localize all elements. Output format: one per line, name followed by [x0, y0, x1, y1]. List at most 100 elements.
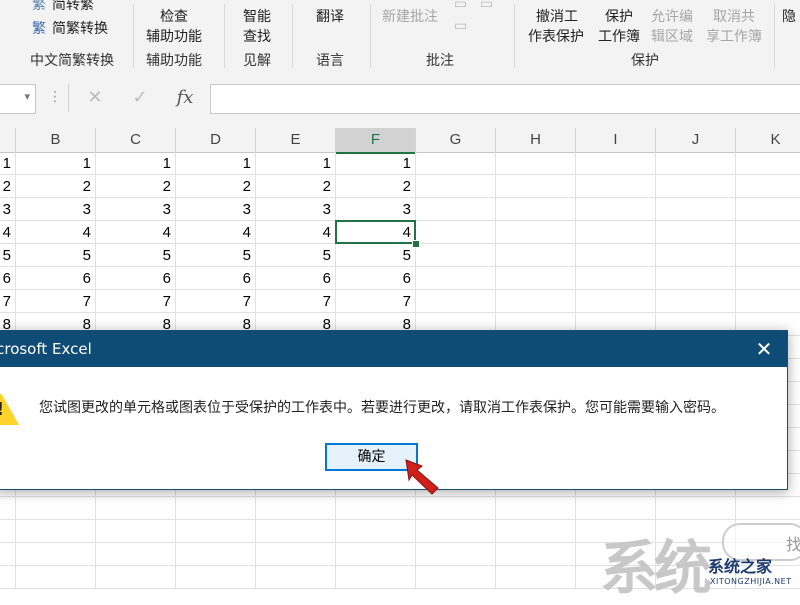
cell-d1[interactable]: 1	[176, 152, 256, 175]
column-header-f[interactable]: F	[336, 128, 416, 154]
cell-g19[interactable]	[416, 566, 496, 589]
cell-e16[interactable]	[256, 497, 336, 520]
cell-d6[interactable]: 6	[176, 267, 256, 290]
cell-a3[interactable]: 3	[0, 198, 16, 221]
cell-a4[interactable]: 4	[0, 221, 16, 244]
column-header-c[interactable]: C	[96, 128, 176, 153]
cell-c16[interactable]	[96, 497, 176, 520]
allow-edit-ranges-button[interactable]: 允许编	[651, 6, 693, 26]
drag-handle-icon[interactable]: ⋮	[48, 89, 62, 105]
cell-b16[interactable]	[16, 497, 96, 520]
cell-k5[interactable]	[736, 244, 800, 267]
cell-b2[interactable]: 2	[16, 175, 96, 198]
cell-j3[interactable]	[656, 198, 736, 221]
cell-d3[interactable]: 3	[176, 198, 256, 221]
cell-e7[interactable]: 7	[256, 290, 336, 313]
unshare-workbook-button[interactable]: 取消共	[713, 6, 755, 26]
cancel-icon[interactable]: ✕	[80, 84, 110, 112]
dialog-titlebar[interactable]: Microsoft Excel ✕	[0, 331, 787, 367]
cell-g7[interactable]	[416, 290, 496, 313]
new-comment-button[interactable]: 新建批注	[382, 6, 438, 26]
cell-j2[interactable]	[656, 175, 736, 198]
cell-g17[interactable]	[416, 520, 496, 543]
cell-g6[interactable]	[416, 267, 496, 290]
cell-d2[interactable]: 2	[176, 175, 256, 198]
unprotect-sheet-button-line2[interactable]: 作表保护	[528, 26, 584, 46]
cell-b17[interactable]	[16, 520, 96, 543]
cell-h16[interactable]	[496, 497, 576, 520]
cell-e5[interactable]: 5	[256, 244, 336, 267]
insert-function-icon[interactable]: fx	[170, 84, 200, 112]
translate-button[interactable]: 翻译	[316, 6, 344, 26]
cell-g4[interactable]	[416, 221, 496, 244]
cell-c18[interactable]	[96, 543, 176, 566]
trad-simplified-convert-button[interactable]: 简繁转换	[52, 18, 108, 38]
cell-a6[interactable]: 6	[0, 267, 16, 290]
close-icon[interactable]: ✕	[749, 334, 779, 364]
protect-workbook-button-line2[interactable]: 工作簿	[598, 26, 640, 46]
cell-d18[interactable]	[176, 543, 256, 566]
cell-c2[interactable]: 2	[96, 175, 176, 198]
smart-lookup-button-line2[interactable]: 查找	[243, 26, 271, 46]
cell-h4[interactable]	[496, 221, 576, 244]
previous-comment-icon[interactable]: ▭	[454, 0, 467, 12]
cell-a1[interactable]: 1	[0, 152, 16, 175]
active-cell[interactable]	[335, 220, 416, 244]
column-header-h[interactable]: H	[496, 128, 576, 153]
cell-c5[interactable]: 5	[96, 244, 176, 267]
column-header-e[interactable]: E	[256, 128, 336, 153]
cell-g3[interactable]	[416, 198, 496, 221]
cell-d7[interactable]: 7	[176, 290, 256, 313]
allow-edit-ranges-button-line2[interactable]: 辑区域	[651, 26, 693, 46]
cell-c7[interactable]: 7	[96, 290, 176, 313]
next-comment-icon[interactable]: ▭	[480, 0, 493, 12]
cell-f7[interactable]: 7	[336, 290, 416, 313]
cell-h1[interactable]	[496, 152, 576, 175]
cell-h19[interactable]	[496, 566, 576, 589]
cell-e1[interactable]: 1	[256, 152, 336, 175]
hide-ink-button[interactable]: 隐	[782, 6, 796, 26]
cell-g1[interactable]	[416, 152, 496, 175]
cell-h17[interactable]	[496, 520, 576, 543]
column-header-j[interactable]: J	[656, 128, 736, 153]
cell-d4[interactable]: 4	[176, 221, 256, 244]
cell-g18[interactable]	[416, 543, 496, 566]
cell-j7[interactable]	[656, 290, 736, 313]
check-accessibility-button-line2[interactable]: 辅助功能	[146, 26, 202, 46]
cell-g16[interactable]	[416, 497, 496, 520]
cell-e6[interactable]: 6	[256, 267, 336, 290]
cell-a5[interactable]: 5	[0, 244, 16, 267]
cell-b18[interactable]	[16, 543, 96, 566]
cell-a16[interactable]	[0, 497, 16, 520]
cell-d16[interactable]	[176, 497, 256, 520]
cell-d5[interactable]: 5	[176, 244, 256, 267]
cell-a17[interactable]	[0, 520, 16, 543]
chevron-down-icon[interactable]: ▾	[24, 90, 30, 103]
cell-f19[interactable]	[336, 566, 416, 589]
cell-e18[interactable]	[256, 543, 336, 566]
cell-c19[interactable]	[96, 566, 176, 589]
cell-k4[interactable]	[736, 221, 800, 244]
column-header-b[interactable]: B	[16, 128, 96, 153]
cell-b19[interactable]	[16, 566, 96, 589]
cell-a18[interactable]	[0, 543, 16, 566]
cell-b5[interactable]: 5	[16, 244, 96, 267]
cell-b4[interactable]: 4	[16, 221, 96, 244]
cell-a19[interactable]	[0, 566, 16, 589]
cell-h5[interactable]	[496, 244, 576, 267]
cell-h2[interactable]	[496, 175, 576, 198]
cell-h3[interactable]	[496, 198, 576, 221]
cell-d17[interactable]	[176, 520, 256, 543]
cell-j6[interactable]	[656, 267, 736, 290]
cell-b1[interactable]: 1	[16, 152, 96, 175]
cell-i4[interactable]	[576, 221, 656, 244]
show-comments-icon[interactable]: ▭	[454, 18, 467, 34]
fill-handle[interactable]	[412, 240, 420, 248]
cell-a7[interactable]: 7	[0, 290, 16, 313]
cell-c4[interactable]: 4	[96, 221, 176, 244]
cell-e3[interactable]: 3	[256, 198, 336, 221]
cell-j4[interactable]	[656, 221, 736, 244]
cell-h6[interactable]	[496, 267, 576, 290]
unprotect-sheet-button[interactable]: 撤消工	[536, 6, 578, 26]
column-header-g[interactable]: G	[416, 128, 496, 153]
